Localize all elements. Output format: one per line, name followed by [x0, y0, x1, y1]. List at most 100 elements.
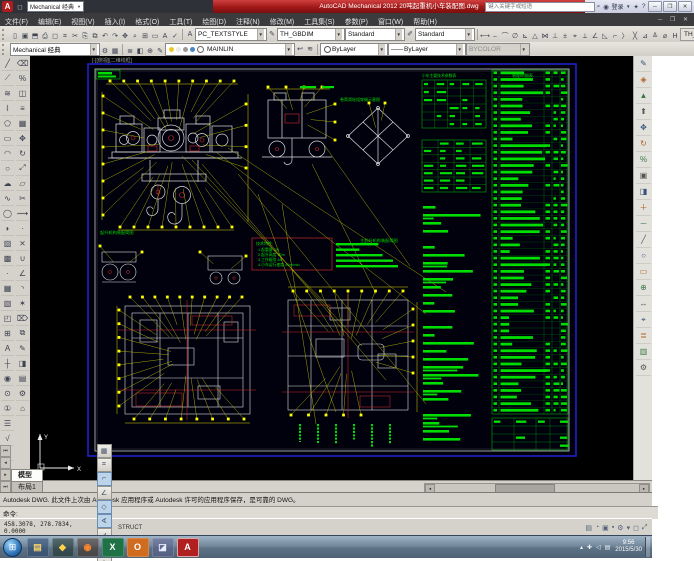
- annotation-visibility-icon[interactable]: ▣: [602, 524, 609, 532]
- annotation-view-icon[interactable]: ◨: [16, 356, 29, 371]
- power-erase-icon[interactable]: ⌦: [16, 311, 29, 326]
- array-icon[interactable]: ▦: [16, 116, 29, 131]
- extend-tool-icon[interactable]: ╱: [636, 232, 651, 248]
- menu-item-13[interactable]: 帮助(H): [408, 19, 442, 26]
- insert-block-icon[interactable]: ▨: [1, 236, 14, 251]
- angular-dim-icon[interactable]: ⋈: [540, 30, 550, 42]
- performance-icon[interactable]: ◻: [633, 524, 639, 532]
- ordinate-dim-icon[interactable]: ∅: [510, 30, 520, 42]
- menu-item-9[interactable]: 修改(M): [265, 19, 300, 26]
- security-app-taskbar-icon[interactable]: ◆: [51, 537, 74, 557]
- dim-break-icon[interactable]: ∠: [590, 30, 600, 42]
- outlook-taskbar-icon[interactable]: O: [126, 537, 149, 557]
- viewport-controls[interactable]: [-][俯视][二维线框]: [92, 57, 133, 64]
- break-at-point-icon[interactable]: ·: [16, 221, 29, 236]
- toolbar-grip[interactable]: [2, 28, 8, 40]
- rotate-tool-icon[interactable]: %: [636, 152, 651, 168]
- make-block-icon[interactable]: ▩: [1, 251, 14, 266]
- centerline-icon[interactable]: ┼: [1, 356, 14, 371]
- color-combo[interactable]: ByLayer ▼: [320, 42, 388, 56]
- screw-connection-icon[interactable]: ⚙: [16, 386, 29, 401]
- power-edit-icon[interactable]: ✎: [636, 56, 651, 72]
- table-icon[interactable]: ⊞: [1, 326, 14, 341]
- polyline-icon[interactable]: ⌇: [1, 101, 14, 116]
- exchange-apps-icon[interactable]: ✦: [633, 3, 638, 11]
- menu-item-2[interactable]: 编辑(E): [33, 19, 66, 26]
- chamfer-tool-icon[interactable]: ▭: [636, 264, 651, 280]
- layer-control-icon[interactable]: ≣: [636, 328, 651, 344]
- erase-icon[interactable]: ⌫: [16, 56, 29, 71]
- annotation-scale-icon[interactable]: ◔: [595, 524, 599, 531]
- associative-hide-icon[interactable]: ▤: [16, 371, 29, 386]
- construction-line-icon[interactable]: ⟋: [1, 71, 14, 86]
- menu-item-11[interactable]: 参数(P): [340, 19, 373, 26]
- help-icon[interactable]: ?: [642, 3, 646, 10]
- move-icon[interactable]: ✥: [16, 131, 29, 146]
- inspection-icon[interactable]: 〉: [620, 30, 630, 42]
- close-button[interactable]: ✕: [678, 1, 692, 12]
- layer-properties-icon[interactable]: ≣: [125, 46, 135, 57]
- menu-item-6[interactable]: 工具(T): [164, 19, 197, 26]
- properties-icon[interactable]: ✓: [170, 30, 180, 42]
- toggle-polar[interactable]: ∠: [96, 485, 112, 500]
- save-icon[interactable]: ⬒: [30, 30, 40, 42]
- workspace-switching-icon[interactable]: ⚙: [617, 524, 623, 532]
- layer-color-swatch[interactable]: [197, 45, 204, 53]
- infocenter-search-input[interactable]: [485, 1, 596, 12]
- minimize-button[interactable]: ─: [648, 1, 662, 12]
- offset-icon[interactable]: ≡: [16, 101, 29, 116]
- layer-previous-icon[interactable]: ↩: [295, 44, 305, 55]
- toolbar-grip[interactable]: [2, 43, 8, 55]
- clean-screen-icon[interactable]: ⤢: [642, 524, 648, 532]
- plot-preview-icon[interactable]: ◻: [50, 30, 60, 42]
- power-snap-icon[interactable]: ⊙: [1, 386, 14, 401]
- trim-tool-icon[interactable]: ─: [636, 216, 651, 232]
- text-angle-icon[interactable]: ≚: [650, 30, 660, 42]
- power-dimension-icon[interactable]: ◈: [636, 72, 651, 88]
- power-edit-icon[interactable]: ✎: [16, 341, 29, 356]
- surface-texture-icon[interactable]: √: [1, 431, 14, 446]
- diameter-dim-icon[interactable]: △: [530, 30, 540, 42]
- offset-tool-icon[interactable]: ＋: [636, 200, 651, 216]
- ellipse-icon[interactable]: ◯: [1, 206, 14, 221]
- radius-dim-icon[interactable]: ⊾: [520, 30, 530, 42]
- menu-item-1[interactable]: 文件(F): [0, 19, 33, 26]
- start-button[interactable]: ⊞: [3, 537, 22, 557]
- layer-states-icon[interactable]: ◧: [135, 46, 145, 57]
- break-tool-icon[interactable]: ⊕: [636, 280, 651, 296]
- toggle-otrack[interactable]: ∢: [96, 513, 112, 528]
- trim-icon[interactable]: ✂: [16, 191, 29, 206]
- first-tab-button[interactable]: ⏮: [0, 445, 11, 457]
- signin-user-icon[interactable]: ◉: [603, 3, 609, 11]
- power-view-icon[interactable]: ▲: [636, 88, 651, 104]
- parts-list-icon[interactable]: ☰: [1, 416, 14, 431]
- prev-tab-button[interactable]: ◂: [0, 457, 11, 469]
- workspace-settings-icon[interactable]: ⚙: [100, 46, 110, 57]
- menu-item-10[interactable]: 工具集(S): [299, 19, 339, 26]
- layer-plot-icon[interactable]: [190, 46, 195, 52]
- drawing-canvas[interactable]: [-][俯视][二维线框] 技术特性: 1.起重量 20t 2.起升高度 12m…: [30, 56, 633, 480]
- dim-style-mgr-icon[interactable]: H: [670, 31, 680, 43]
- menu-item-12[interactable]: 窗口(W): [373, 19, 408, 26]
- layer-lock-icon[interactable]: [183, 46, 188, 52]
- toggle-ortho[interactable]: ⌐: [96, 471, 112, 486]
- make-object-layer-icon[interactable]: ✎: [155, 46, 165, 57]
- explorer-taskbar-icon[interactable]: ▤: [26, 537, 49, 557]
- join-tool-icon[interactable]: ↔: [636, 296, 651, 312]
- action-center-icon[interactable]: ✚: [587, 544, 592, 551]
- measure-tool-icon[interactable]: ⌖: [636, 312, 651, 328]
- scale-monitor-icon[interactable]: ✥: [636, 120, 651, 136]
- scale-icon[interactable]: ⤢: [16, 161, 29, 176]
- chevron-down-icon[interactable]: ▼: [626, 4, 630, 9]
- signin-label[interactable]: 登录: [611, 2, 623, 11]
- mdi-window-controls[interactable]: ─ ❐ ✕: [658, 13, 691, 26]
- linetype-combo[interactable]: —— ByLayer ▼: [388, 42, 466, 56]
- toolbar-lock-icon[interactable]: ▾: [627, 524, 631, 532]
- array-tool-icon[interactable]: ◨: [636, 184, 651, 200]
- ellipse-arc-icon[interactable]: ◗: [1, 221, 14, 236]
- tolerance-icon[interactable]: ◺: [600, 30, 610, 42]
- detail-view-icon[interactable]: ◉: [1, 371, 14, 386]
- break-icon[interactable]: ⨯: [16, 236, 29, 251]
- zoom-previous-icon[interactable]: A: [160, 31, 170, 43]
- model-space-icon[interactable]: ▤: [585, 524, 592, 532]
